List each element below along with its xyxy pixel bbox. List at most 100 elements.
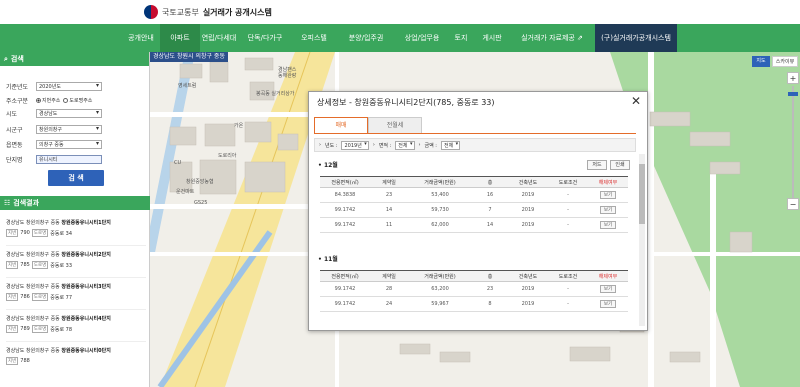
result-divider <box>6 277 146 278</box>
jibun-tag: 지번 <box>6 261 19 269</box>
column-header: 거래금액(만원) <box>408 176 472 188</box>
nav-item[interactable]: 토지 <box>451 24 471 52</box>
view-button[interactable]: 보기 <box>599 300 617 308</box>
transactions-scroll-area[interactable]: • 12월 저드 인쇄전용면적(㎡) 계약일 거래금액(만원) 층 건축년도 도로조건 해제여부… <box>314 154 641 326</box>
detail-modal: 상세정보 - 창원중동유니시티2단지(785, 중동로 33) ✕ 매매 전월세… <box>308 91 648 331</box>
zoom-thumb[interactable] <box>788 92 798 96</box>
cell-road: - <box>548 217 588 233</box>
year-select[interactable]: 2020년도 <box>36 81 102 91</box>
nav-item[interactable]: 오피스텔 <box>290 24 338 52</box>
table-header-row: 전용면적(㎡) 계약일 거래금액(만원) 층 건축년도 도로조건 해제여부 <box>320 176 628 188</box>
zoom-out-button[interactable]: − <box>787 198 799 210</box>
jibun-tag: 지번 <box>6 293 19 301</box>
year-filter-label: 년도 : <box>325 142 338 149</box>
nav-item[interactable]: (구)실거래가공개시스템 <box>595 24 677 52</box>
year-filter-select[interactable]: 2019년 <box>341 140 369 150</box>
nav-item[interactable]: 실거래가 자료제공 ⇗ <box>512 24 592 52</box>
tab-lease[interactable]: 전월세 <box>368 117 422 134</box>
result-divider <box>6 245 146 246</box>
result-address: 경상남도 창원의창구 중동 창원중동유니시티4단지 <box>6 315 146 322</box>
result-tags: 지번 785 도로명 중동로 33 <box>6 261 146 269</box>
result-tags: 지번 789 도로명 중동로 78 <box>6 325 146 333</box>
view-button[interactable]: 보기 <box>599 206 617 214</box>
map-label: 운건마트 <box>176 189 195 195</box>
zoom-track[interactable] <box>792 86 794 198</box>
cell-price: 62,000 <box>408 217 472 233</box>
result-item[interactable]: 경상남도 창원의창구 중동 창원중동유니시티2단지지번 785 도로명 중동로 33 <box>6 251 146 269</box>
result-item[interactable]: 경상남도 창원의창구 중동 창원중동유니시티3단지 지번 786 도로명 중동로 77 <box>6 283 146 301</box>
table-row[interactable]: 99.1742 24 59,967 8 2019- 보기 <box>320 296 628 312</box>
modal-scrollbar[interactable] <box>639 154 645 326</box>
jibun-number: 790 <box>20 230 30 236</box>
result-item[interactable]: 경상남도 창원의창구 중동 창원중동유니시티1단지 지번 790 도로명 중동로 34 <box>6 219 146 237</box>
print-button[interactable]: 인쇄 <box>610 160 630 170</box>
cell-day: 24 <box>370 296 408 312</box>
result-complex-name[interactable]: 창원중동유니시티3단지 <box>61 284 110 290</box>
result-item[interactable]: 경상남도 창원의창구 중동 창원중동유니시티4단지지번 789 도로명 중동로 78 <box>6 315 146 333</box>
cell-area: 99.1742 <box>320 202 370 218</box>
nav-item[interactable]: 분양/입주권 <box>342 24 390 52</box>
nav-item[interactable]: 게시판 <box>478 24 506 52</box>
search-panel-header: ⌕ 검색 <box>0 52 149 66</box>
road-h1 <box>150 112 310 117</box>
sigungu-select[interactable]: 창원의창구 <box>36 124 102 134</box>
road-tag: 도로명 <box>31 325 49 333</box>
view-button[interactable]: 보기 <box>599 285 617 293</box>
price-filter-select[interactable]: 전체 <box>440 140 461 150</box>
map-label: 도로리아 <box>218 153 237 159</box>
dong-select[interactable]: 의창구 중동 <box>36 139 102 149</box>
table-row[interactable]: 99.1742 14 59,730 7 2019- 보기 <box>320 202 628 218</box>
cell-road: - <box>548 281 588 297</box>
complex-name-input[interactable]: 유니시티 <box>36 154 102 164</box>
table-row[interactable]: 84.3838 23 53,400 16 2019- 보기 <box>320 187 628 203</box>
result-complex-name[interactable]: 창원중동유니시티0단지 <box>61 348 110 354</box>
table-row[interactable]: 99.1742 11 62,000 14 2019- 보기 <box>320 217 628 233</box>
search-button[interactable]: 검 색 <box>48 170 104 186</box>
year-row: 기준년도 2020년도 <box>6 81 102 91</box>
result-region: 경상남도 창원의창구 중동 <box>6 252 60 258</box>
month-label: • 12월 <box>318 160 338 169</box>
site-logo[interactable]: 국토교통부 실거래가 공개시스템 <box>144 5 272 19</box>
complex-label: 단지명 <box>6 156 23 164</box>
sido-select[interactable]: 경상남도 <box>36 108 102 118</box>
cell-area: 99.1742 <box>320 296 370 312</box>
map-type-button[interactable]: 지도 <box>752 56 770 67</box>
sigungu-row: 시군구 창원의창구 <box>6 124 102 134</box>
radio-road-label: 도로명주소 <box>69 97 93 104</box>
nav-item[interactable]: 단독/다가구 <box>241 24 289 52</box>
jibun-number: 786 <box>20 294 30 300</box>
column-header: 계약일 <box>370 270 408 282</box>
result-item[interactable]: 경상남도 창원의창구 중동 창원중동유니시티0단지 지번 788 <box>6 347 146 365</box>
view-button[interactable]: 보기 <box>599 191 617 199</box>
area-filter-select[interactable]: 전체 <box>395 140 415 150</box>
close-icon[interactable]: ✕ <box>631 94 641 108</box>
excel-button[interactable]: 저드 <box>587 160 607 170</box>
road-address: 중동로 34 <box>50 230 73 237</box>
view-button[interactable]: 보기 <box>599 221 617 229</box>
cell-area: 99.1742 <box>320 217 370 233</box>
cell-price: 59,967 <box>408 296 472 312</box>
column-header: 도로조건 <box>548 176 588 188</box>
sigungu-label: 시군구 <box>6 126 23 134</box>
skyview-button[interactable]: 스카이뷰 <box>772 56 798 67</box>
modal-scrollbar-thumb[interactable] <box>639 164 645 224</box>
cell-floor: 23 <box>472 281 508 297</box>
tab-sale[interactable]: 매매 <box>314 117 368 134</box>
year-label: 기준년도 <box>6 83 29 91</box>
table-row[interactable]: 99.1742 28 63,200 23 2019- 보기 <box>320 281 628 297</box>
nav-item[interactable]: 공개안내 <box>123 24 159 52</box>
zoom-in-button[interactable]: + <box>787 72 799 84</box>
map-label: 영세트럼 <box>178 83 197 89</box>
results-header: ☷ 검색결과 <box>0 196 150 210</box>
nav-item[interactable]: 연립/다세대 <box>200 24 238 52</box>
result-complex-name[interactable]: 창원중동유니시티4단지 <box>61 316 110 322</box>
cell-built: 2019 <box>508 296 548 312</box>
nav-item[interactable]: 상업/업무용 <box>397 24 447 52</box>
nav-item[interactable]: 아파트 <box>160 24 200 52</box>
radio-road[interactable]: 도로명주소 <box>63 97 92 104</box>
result-complex-name[interactable]: 창원중동유니시티2단지 <box>61 252 110 258</box>
addr-type-label: 주소구분 <box>6 97 29 105</box>
road-h2 <box>150 204 310 209</box>
radio-jibun[interactable]: 지번주소 <box>36 97 60 104</box>
result-complex-name[interactable]: 창원중동유니시티1단지 <box>61 220 110 226</box>
